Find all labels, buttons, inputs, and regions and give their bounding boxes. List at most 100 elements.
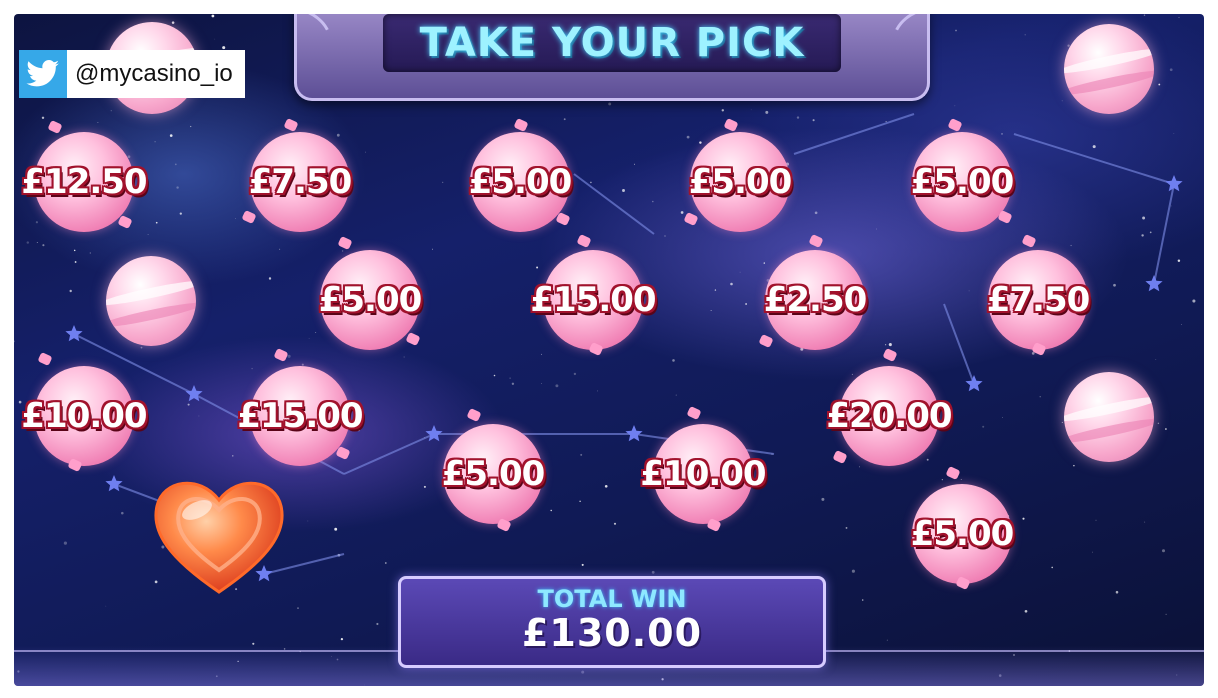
star [540,382,542,384]
prize-value: £7.50 [248,162,353,202]
prize-tile[interactable]: £10.00 [628,405,778,534]
star [814,211,818,215]
star [1165,613,1167,616]
prize-value: £15.00 [237,396,363,436]
total-win-panel: TOTAL WIN £130.00 [398,576,826,668]
star [187,403,190,406]
star [1177,259,1181,263]
star [634,163,635,165]
star [1061,100,1063,102]
prize-value: £12.50 [21,162,147,202]
star [608,102,612,106]
star [1192,299,1196,303]
prize-value: £5.00 [910,514,1015,554]
total-win-label: TOTAL WIN [537,585,687,613]
star [1143,14,1146,16]
constellation-star [65,325,83,342]
prize-tile[interactable]: £20.00 [814,347,964,476]
star [954,105,956,107]
star [41,116,45,120]
prize-tile[interactable]: £2.50 [740,233,890,360]
star [73,249,76,252]
star [63,541,67,545]
star [1144,521,1146,523]
title-banner: TAKE YOUR PICK [248,14,976,101]
prize-tile[interactable]: £15.00 [518,233,668,360]
star [1002,417,1004,419]
prize-value: £5.00 [441,454,546,494]
banner-title: TAKE YOUR PICK [419,20,805,66]
star [384,562,387,564]
prize-tile[interactable]: £5.00 [665,117,815,242]
heart-candy-icon[interactable] [149,470,289,600]
prize-tile[interactable]: £15.00 [225,347,375,476]
star [222,46,226,50]
star [307,520,309,522]
star [340,637,344,641]
candy-orb [1064,372,1154,462]
star [1061,421,1063,423]
star [1024,34,1026,36]
constellation-star [1145,275,1163,292]
star [710,309,712,311]
star [1157,422,1160,425]
prize-tile[interactable]: £10.00 [14,351,159,476]
star [1164,428,1167,430]
star [493,374,496,377]
constellation-line [1153,183,1175,285]
star [1024,609,1028,613]
prize-tile[interactable]: £12.50 [14,119,159,242]
star [376,622,379,626]
prize-tile[interactable]: £5.00 [418,407,568,534]
star [169,134,173,137]
star [214,38,216,40]
star [179,212,182,215]
star [252,642,255,645]
prize-tile[interactable]: £5.00 [887,117,1037,242]
prize-value: £15.00 [530,280,656,320]
star [1142,216,1146,220]
prize-value: £5.00 [688,162,793,202]
star [861,599,864,601]
star [622,189,625,192]
star [750,109,752,111]
star [279,248,281,250]
constellation-star [185,385,203,402]
star [1178,17,1180,18]
star [1161,549,1166,553]
star [1155,359,1157,361]
star [876,228,877,230]
star [1092,551,1093,553]
prize-tile[interactable]: £7.50 [963,233,1113,360]
star [1149,231,1152,234]
prize-value: £5.00 [910,162,1015,202]
constellation-star [965,375,983,392]
star [1158,83,1161,86]
prize-value: £10.00 [21,396,147,436]
prize-value: £10.00 [640,454,766,494]
star [573,372,577,376]
star [581,563,584,566]
star [845,526,848,529]
star [1169,68,1173,72]
star [651,570,655,574]
prize-tile[interactable]: £5.00 [887,465,1037,594]
star [36,242,38,243]
prize-tile[interactable]: £5.00 [295,235,445,360]
prize-value: £7.50 [986,280,1091,320]
prize-tile[interactable]: £5.00 [445,117,595,242]
constellation-star [105,475,123,492]
star [851,569,855,573]
twitter-bird-icon [19,50,67,98]
star [1173,132,1175,134]
star [1170,205,1172,207]
prize-tile[interactable]: £7.50 [225,117,375,242]
star [812,119,815,122]
star [509,377,511,379]
star [198,415,200,417]
prize-value: £5.00 [468,162,573,202]
star [1095,519,1097,521]
star [334,527,338,531]
star [721,109,724,112]
star [1092,145,1096,149]
